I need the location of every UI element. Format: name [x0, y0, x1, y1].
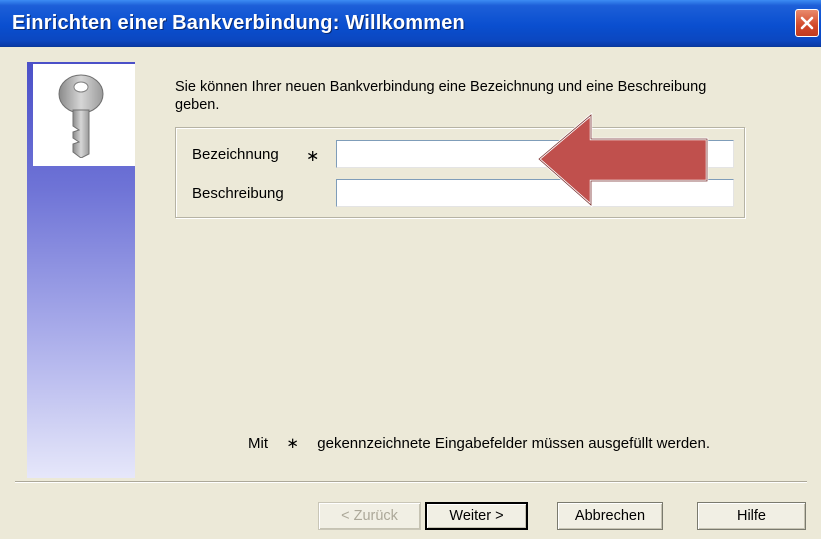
- title-bar[interactable]: Einrichten einer Bankverbindung: Willkom…: [0, 0, 821, 47]
- next-button[interactable]: Weiter >: [425, 502, 528, 530]
- help-button[interactable]: Hilfe: [697, 502, 806, 530]
- close-button[interactable]: [795, 9, 819, 37]
- close-icon: [800, 16, 814, 30]
- window-title: Einrichten einer Bankverbindung: Willkom…: [12, 12, 465, 34]
- cancel-button[interactable]: Abbrechen: [557, 502, 663, 530]
- red-arrow-icon: [537, 112, 709, 208]
- note-mark: ∗: [286, 435, 299, 452]
- required-fields-note: Mit ∗ gekennzeichnete Eingabefelder müss…: [248, 434, 710, 452]
- key-icon: [58, 74, 104, 158]
- wizard-dialog: Einrichten einer Bankverbindung: Willkom…: [0, 0, 821, 539]
- beschreibung-label: Beschreibung: [192, 185, 284, 202]
- button-separator: [15, 481, 807, 483]
- note-prefix: Mit: [248, 435, 268, 452]
- required-mark: ∗: [306, 148, 320, 165]
- note-text: gekennzeichnete Eingabefelder müssen aus…: [317, 435, 711, 452]
- bezeichnung-label: Bezeichnung: [192, 146, 279, 163]
- back-button[interactable]: < Zurück: [318, 502, 421, 530]
- header-image: [33, 64, 135, 166]
